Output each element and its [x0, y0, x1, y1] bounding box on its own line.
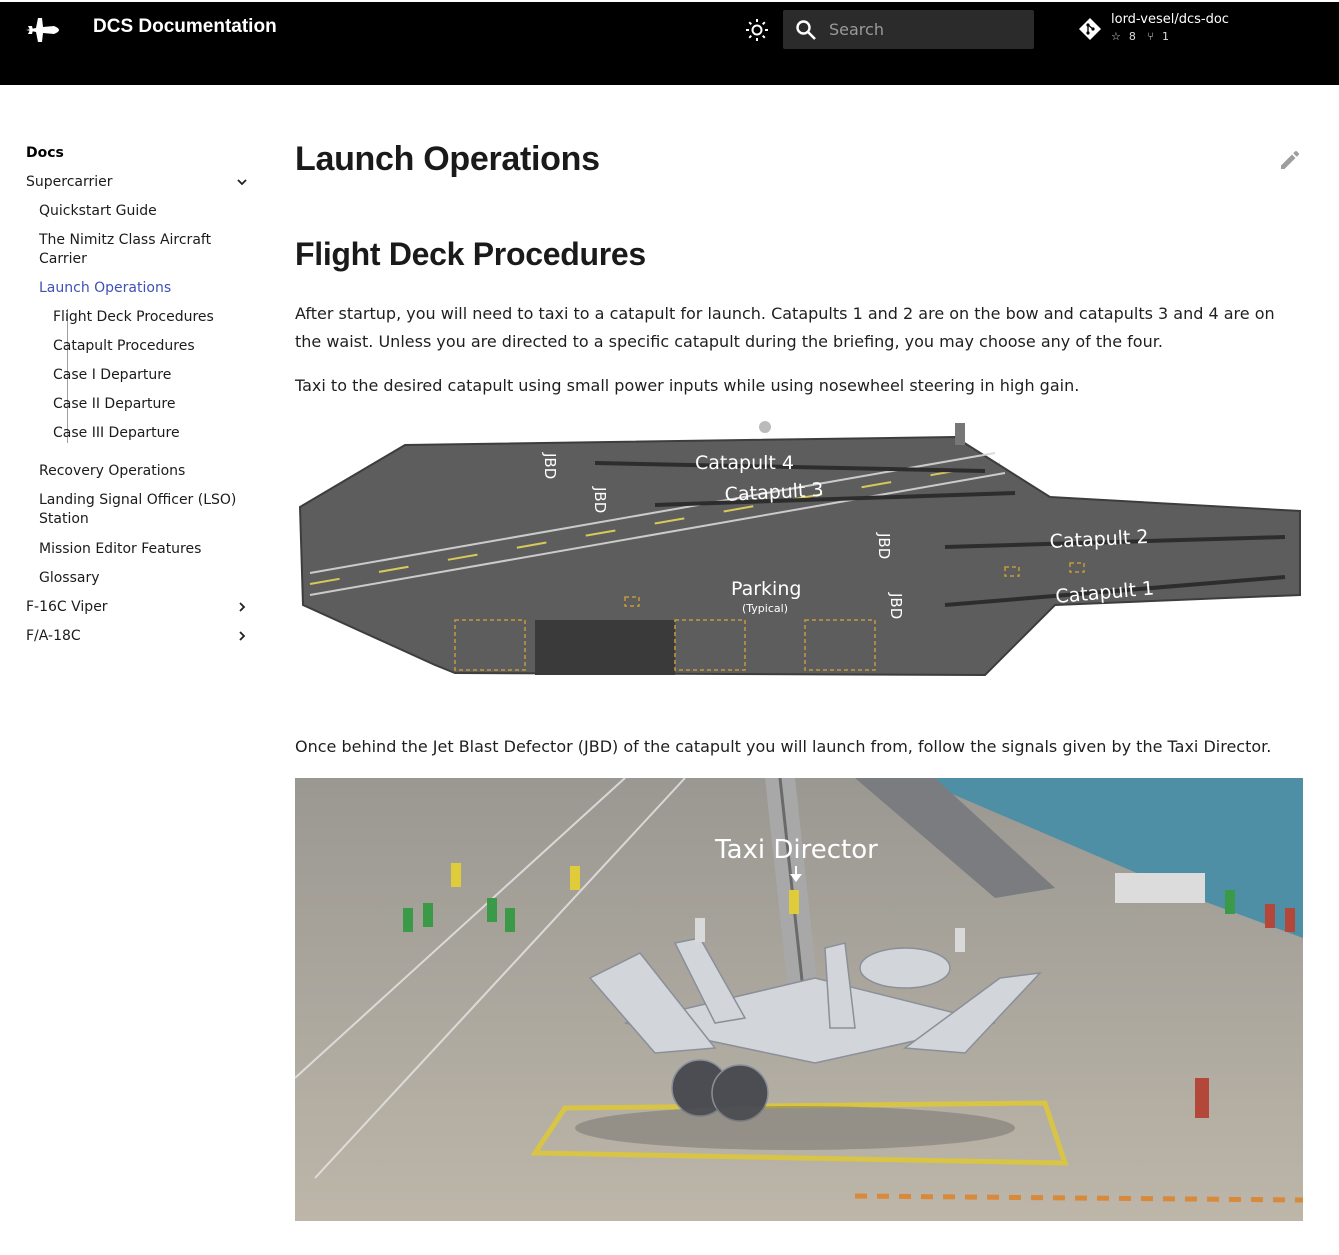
carrier-deck-diagram: Catapult 4 Catapult 3 Catapult 2 Catapul… — [298, 421, 1301, 677]
chevron-right-icon[interactable] — [236, 630, 248, 642]
repository-link[interactable]: lord-vesel/dcs-doc ☆ 8 ⑂ 1 — [1074, 10, 1274, 50]
repo-facts: ☆ 8 ⑂ 1 — [1111, 30, 1177, 43]
repo-forks: 1 — [1161, 30, 1169, 43]
repo-name: lord-vesel/dcs-doc — [1111, 12, 1229, 27]
sidebar-item-launch-operations[interactable]: Launch Operations — [39, 279, 171, 298]
star-icon: ☆ — [1111, 30, 1121, 43]
deck-label-jbd: JBD — [541, 452, 559, 479]
sidebar-item-recovery-operations[interactable]: Recovery Operations — [39, 462, 185, 481]
paragraph-catapults: After startup, you will need to taxi to … — [295, 304, 1275, 351]
sidebar-item-quickstart-guide[interactable]: Quickstart Guide — [39, 202, 157, 221]
top-header: DCS Documentation lord-vesel/dcs-doc ☆ 8 … — [0, 2, 1339, 85]
sidebar-title: Docs — [26, 145, 64, 161]
toc-item-case-i-departure[interactable]: Case I Departure — [53, 366, 171, 385]
git-icon — [1079, 18, 1101, 40]
sidebar-item-lso-station[interactable]: Landing Signal Officer (LSO) Station — [39, 491, 244, 529]
theme-toggle-icon[interactable] — [745, 18, 769, 42]
fork-icon: ⑂ — [1147, 30, 1154, 43]
sidebar-item-fa18c[interactable]: F/A-18C — [26, 627, 81, 646]
page-title: Launch Operations — [295, 140, 600, 178]
deck-label-catapult-4: Catapult 4 — [695, 452, 794, 474]
section-heading: Flight Deck Procedures — [295, 236, 646, 272]
aircraft-logo-icon[interactable] — [24, 14, 60, 46]
taxi-director-photo: Taxi Director — [295, 778, 1303, 1221]
toc-item-flight-deck-procedures[interactable]: Flight Deck Procedures — [53, 308, 214, 327]
deck-label-parking-typical: (Typical) — [742, 602, 788, 615]
sidebar-item-f16c-viper[interactable]: F-16C Viper — [26, 598, 108, 617]
paragraph-jbd: Once behind the Jet Blast Defector (JBD)… — [295, 737, 1272, 756]
toc-item-catapult-procedures[interactable]: Catapult Procedures — [53, 337, 195, 356]
search-input[interactable] — [829, 10, 1029, 49]
sidebar-item-nimitz-class-carrier[interactable]: The Nimitz Class Aircraft Carrier — [39, 231, 239, 269]
search-icon — [796, 20, 816, 40]
chevron-right-icon[interactable] — [236, 601, 248, 613]
deck-label-jbd: JBD — [887, 592, 905, 619]
search-box[interactable] — [783, 10, 1034, 49]
deck-label-jbd: JBD — [875, 532, 893, 559]
sidebar-item-mission-editor-features[interactable]: Mission Editor Features — [39, 540, 201, 559]
deck-label-parking: Parking — [731, 578, 801, 600]
toc-item-case-iii-departure[interactable]: Case III Departure — [53, 424, 180, 443]
photo-label-taxi-director: Taxi Director — [714, 835, 878, 865]
toc-item-case-ii-departure[interactable]: Case II Departure — [53, 395, 175, 414]
sidebar-item-glossary[interactable]: Glossary — [39, 569, 100, 588]
paragraph-taxi: Taxi to the desired catapult using small… — [295, 376, 1080, 395]
chevron-down-icon[interactable] — [236, 176, 248, 188]
repo-stars: 8 — [1128, 30, 1136, 43]
site-title[interactable]: DCS Documentation — [93, 16, 277, 38]
sidebar-item-supercarrier[interactable]: Supercarrier — [26, 173, 113, 192]
edit-pencil-icon[interactable] — [1278, 148, 1302, 172]
deck-label-jbd: JBD — [591, 486, 609, 513]
